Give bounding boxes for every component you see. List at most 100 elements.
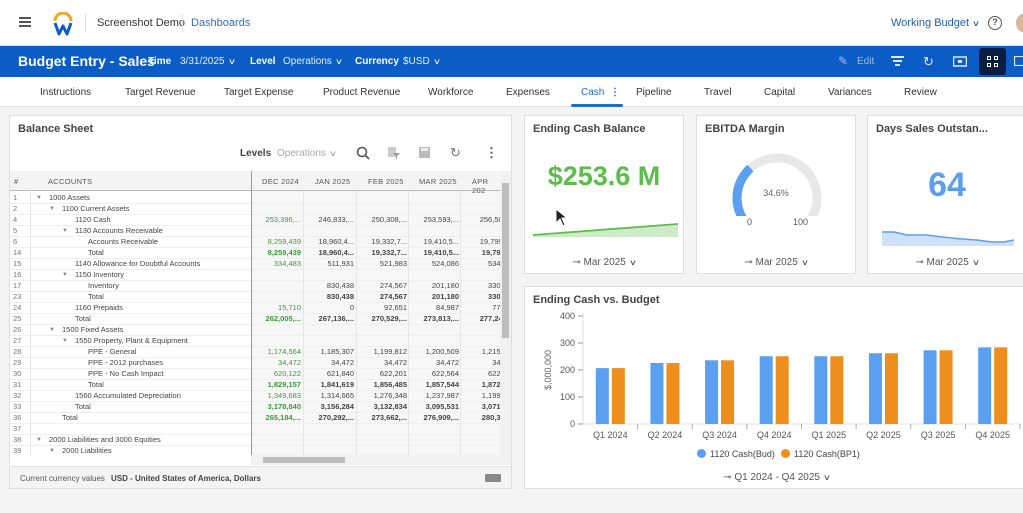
cell-value[interactable]: 830,438: [308, 292, 354, 301]
collapse-arrow-icon[interactable]: ▼: [49, 206, 55, 212]
cell-value[interactable]: 34,472: [255, 358, 301, 367]
cell-value[interactable]: 1,200,509: [413, 347, 459, 356]
cell-value[interactable]: 19,332,7...: [361, 248, 407, 257]
table-row[interactable]: 15 1140 Allowance for Doubtful Accounts 33…: [10, 259, 511, 270]
cell-value[interactable]: 1,314,665: [308, 391, 354, 400]
cell-value[interactable]: 1,185,307: [308, 347, 354, 356]
cell-value[interactable]: 8,259,439: [255, 237, 301, 246]
col-header-accounts[interactable]: ACCOUNTS: [48, 177, 93, 186]
table-row[interactable]: 6 Accounts Receivable 8,259,439 18,960,4...…: [10, 237, 511, 248]
table-row[interactable]: 29 PPE - 2012 purchases 34,472 34,472 34,472…: [10, 358, 511, 369]
cell-value[interactable]: 274,567: [361, 292, 407, 301]
collapse-arrow-icon[interactable]: ▼: [49, 327, 55, 333]
dashboards-link[interactable]: Dashboards: [191, 17, 250, 29]
col-header-mar-2025[interactable]: MAR 2025: [419, 177, 457, 186]
cell-value[interactable]: 19,410,5...: [413, 237, 459, 246]
tab-variances[interactable]: Variances: [828, 87, 872, 98]
cell-value[interactable]: 521,983: [361, 259, 407, 268]
cell-value[interactable]: 19,332,7...: [361, 237, 407, 246]
cell-value[interactable]: 511,931: [308, 259, 354, 268]
refresh-icon[interactable]: ↻: [923, 54, 934, 70]
tab-more-icon[interactable]: ⋮: [610, 87, 620, 98]
workday-logo[interactable]: [52, 12, 74, 36]
table-row[interactable]: 4 1120 Cash 253,396,... 246,833,... 250,308,…: [10, 215, 511, 226]
tab-pipeline[interactable]: Pipeline: [636, 87, 672, 98]
cell-value[interactable]: 18,960,4...: [308, 248, 354, 257]
cell-value[interactable]: 830,438: [308, 281, 354, 290]
cell-value[interactable]: 92,651: [361, 303, 407, 312]
cell-value[interactable]: 276,909,...: [413, 413, 459, 422]
cell-value[interactable]: 15,710: [255, 303, 301, 312]
table-row[interactable]: 25 Total 262,005,... 267,136,... 270,529,...…: [10, 314, 511, 325]
cell-value[interactable]: 8,259,439: [255, 248, 301, 257]
cell-value[interactable]: 621,840: [308, 369, 354, 378]
collapse-arrow-icon[interactable]: ▼: [36, 437, 42, 443]
cell-value[interactable]: 1,829,157: [255, 380, 301, 389]
tab-instructions[interactable]: Instructions: [40, 87, 91, 98]
cell-value[interactable]: 1,276,348: [361, 391, 407, 400]
cell-value[interactable]: 246,833,...: [308, 215, 354, 224]
currency-dropdown[interactable]: $USD ∨: [403, 56, 441, 67]
keyboard-icon[interactable]: [485, 474, 501, 482]
cell-value[interactable]: 267,136,...: [308, 314, 354, 323]
cell-value[interactable]: 250,308,...: [361, 215, 407, 224]
table-row[interactable]: 23Total830,438274,567201,180330,31: [10, 292, 511, 303]
more-options-icon[interactable]: ⋮: [485, 145, 498, 161]
cell-value[interactable]: 3,178,840: [255, 402, 301, 411]
table-row[interactable]: 2 ▼ 1100 Current Assets: [10, 204, 500, 215]
period-selector[interactable]: ⊸ Mar 2025 ∨: [697, 257, 855, 268]
tab-workforce[interactable]: Workforce: [428, 87, 473, 98]
tab-capital[interactable]: Capital: [764, 87, 795, 98]
cell-value[interactable]: 270,529,...: [361, 314, 407, 323]
table-row[interactable]: 1 ▼ 1000 Assets: [10, 193, 500, 204]
cell-value[interactable]: 270,292,...: [308, 413, 354, 422]
collapse-arrow-icon[interactable]: ▼: [62, 272, 68, 278]
cell-value[interactable]: 201,180: [413, 281, 459, 290]
levels-dropdown[interactable]: Operations ∨: [277, 148, 337, 159]
horizontal-scrollbar[interactable]: [251, 455, 511, 465]
table-row[interactable]: 26 ▼ 1500 Fixed Assets: [10, 325, 500, 336]
tab-travel[interactable]: Travel: [704, 87, 731, 98]
edit-icon[interactable]: ✎: [838, 54, 848, 68]
table-row[interactable]: 28 PPE - General 1,174,564 1,185,307 1,199,8…: [10, 347, 511, 358]
cell-value[interactable]: 273,813,...: [413, 314, 459, 323]
cell-value[interactable]: 334,483: [255, 259, 301, 268]
scroll-thumb[interactable]: [502, 183, 509, 338]
cell-value[interactable]: 34,472: [361, 358, 407, 367]
col-header-jan-2025[interactable]: JAN 2025: [315, 177, 350, 186]
cell-value[interactable]: 1,237,987: [413, 391, 459, 400]
tab-product-revenue[interactable]: Product Revenue: [323, 87, 400, 98]
cell-value[interactable]: 622,201: [361, 369, 407, 378]
col-header-dec-2024[interactable]: DEC 2024: [262, 177, 299, 186]
cell-value[interactable]: 3,132,834: [361, 402, 407, 411]
table-row[interactable]: 16 ▼ 1150 Inventory: [10, 270, 500, 281]
table-row[interactable]: 5 ▼ 1130 Accounts Receivable: [10, 226, 500, 237]
cell-value[interactable]: 34,472: [308, 358, 354, 367]
tab-review[interactable]: Review: [904, 87, 937, 98]
legend-item-bud[interactable]: 1120 Cash(Bud): [697, 449, 775, 459]
tab-expenses[interactable]: Expenses: [506, 87, 550, 98]
collapse-arrow-icon[interactable]: ▼: [36, 195, 42, 201]
filter-rows-icon[interactable]: [388, 147, 400, 159]
cell-value[interactable]: 1,841,619: [308, 380, 354, 389]
collapse-arrow-icon[interactable]: ▼: [62, 228, 68, 234]
cell-value[interactable]: 0: [308, 303, 354, 312]
cell-value[interactable]: 253,396,...: [255, 215, 301, 224]
cell-value[interactable]: 620,122: [255, 369, 301, 378]
time-dropdown[interactable]: 3/31/2025 ∨: [180, 56, 236, 67]
cell-value[interactable]: 3,095,531: [413, 402, 459, 411]
cell-value[interactable]: 1,174,564: [255, 347, 301, 356]
export-icon[interactable]: [1014, 56, 1023, 66]
scroll-thumb[interactable]: [263, 457, 345, 463]
table-row[interactable]: 17Inventory830,438274,567201,180330,31: [10, 281, 511, 292]
cell-value[interactable]: 3,156,284: [308, 402, 354, 411]
cell-value[interactable]: 274,567: [361, 281, 407, 290]
table-row[interactable]: 241160 Prepaids15,710092,65184,98777,31: [10, 303, 511, 314]
table-row[interactable]: 38 ▼ 2000 Liabilities and 3000 Equities: [10, 435, 500, 446]
cell-value[interactable]: 262,005,...: [255, 314, 301, 323]
search-icon[interactable]: [356, 146, 370, 160]
table-row[interactable]: 33 Total 3,178,840 3,156,284 3,132,834 3,095,…: [10, 402, 511, 413]
grid-view-button[interactable]: [979, 48, 1006, 75]
cell-value[interactable]: 84,987: [413, 303, 459, 312]
cell-value[interactable]: 273,662,...: [361, 413, 407, 422]
